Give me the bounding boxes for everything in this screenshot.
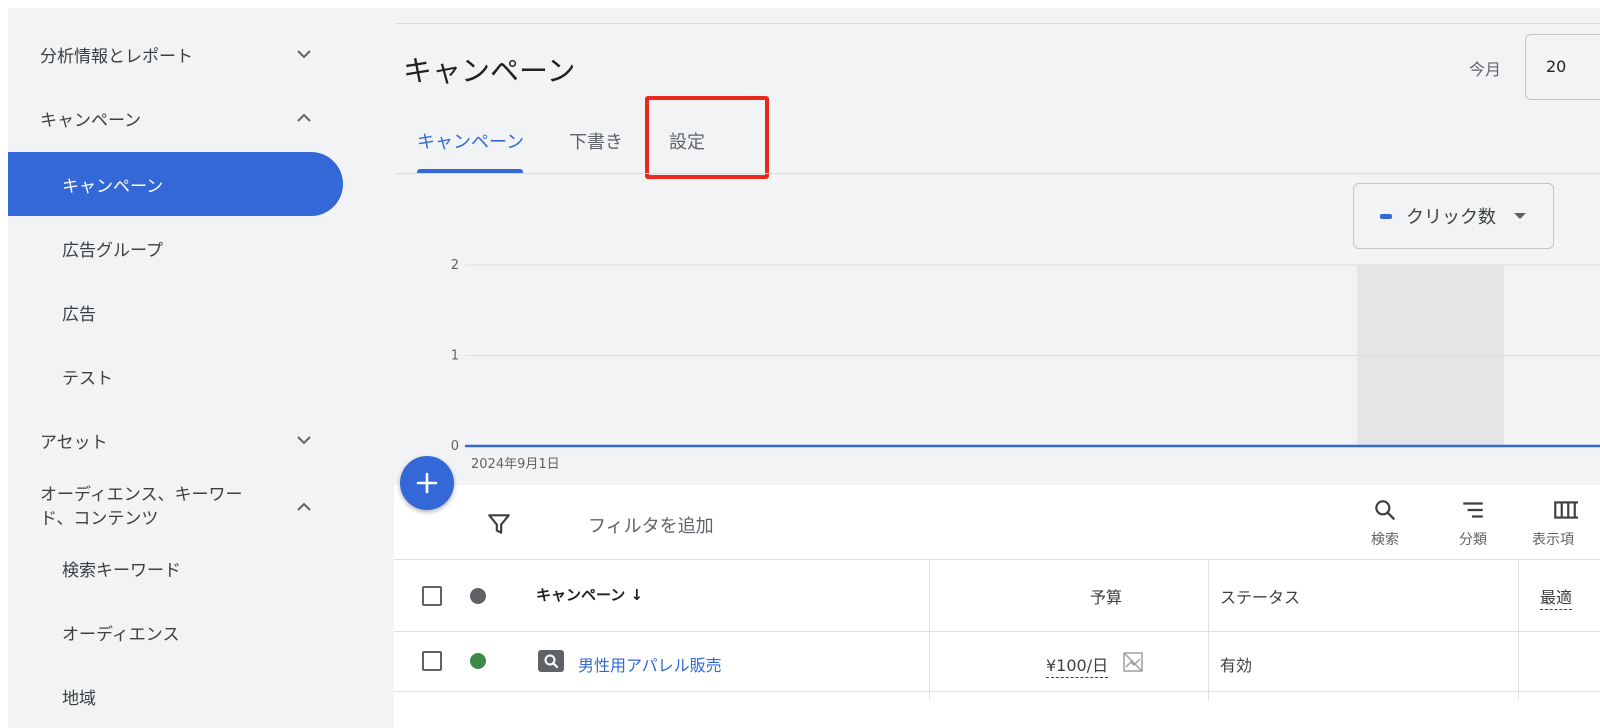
column-header-budget-label: 予算 (1090, 588, 1123, 607)
sidebar-item-label-line2: ド、コンテンツ (40, 509, 159, 529)
sidebar-group-audiences-keywords-content[interactable]: オーディエンス、キーワー ド、コンテンツ (8, 474, 343, 540)
x-tick-label: 2024年9月1日 (471, 457, 560, 472)
campaign-name-link[interactable]: 男性用アパレル販売 (578, 652, 722, 676)
columns-button-label: 表示項 (1532, 532, 1574, 548)
sidebar-item-label: アセット (40, 432, 108, 453)
sidebar-item-label: オーディエンス (62, 624, 180, 645)
sidebar-item-label: 地域 (62, 688, 96, 709)
sidebar-item-label: 広告 (62, 304, 96, 325)
tab-label: 下書き (569, 132, 623, 153)
segment-button-label: 分類 (1459, 532, 1487, 548)
column-header-campaign[interactable]: キャンペーン ↓ (536, 584, 643, 605)
date-range-picker[interactable]: 20 (1525, 34, 1600, 100)
column-header-optimization-label: 最適 (1540, 588, 1573, 607)
chevron-up-icon (297, 113, 311, 122)
table-row: 男性用アパレル販売 ¥100/日 有効 (394, 632, 1600, 692)
metric-selector-label: クリック数 (1406, 207, 1496, 228)
chevron-down-icon (297, 436, 311, 445)
y-tick-label: 0 (451, 439, 459, 454)
segment-button[interactable]: 分類 (1459, 497, 1487, 549)
sidebar-item-label: テスト (62, 368, 113, 389)
search-icon (1375, 500, 1395, 520)
sidebar-item-label: キャンペーン (62, 176, 164, 197)
plus-icon (416, 472, 438, 494)
sidebar-item-campaigns[interactable]: キャンペーン (8, 152, 343, 216)
table-header-row: キャンペーン ↓ 予算 ステータス 最適 (394, 560, 1600, 632)
sidebar-item-label: 分析情報とレポート (40, 46, 193, 67)
performance-chart: 0 1 2 2024年9月1日 (451, 258, 1600, 472)
table-toolbar: フィルタを追加 検索 分類 表示項 (394, 485, 1600, 560)
y-tick-label: 1 (451, 349, 459, 364)
row-checkbox[interactable] (422, 651, 442, 671)
sidebar-group-campaigns[interactable]: キャンペーン (8, 86, 343, 150)
status-header-icon (470, 588, 486, 604)
column-header-campaign-label: キャンペーン ↓ (536, 586, 644, 604)
budget-value[interactable]: ¥100/日 (1046, 652, 1109, 678)
sidebar-item-locations[interactable]: 地域 (8, 664, 343, 728)
filter-icon[interactable] (486, 511, 512, 537)
app-window: 分析情報とレポート キャンペーン キャンペーン 広告グループ 広告 テスト アセ… (8, 8, 1600, 728)
date-range-label: 今月 (1469, 60, 1502, 79)
search-button[interactable]: 検索 (1371, 497, 1399, 549)
sidebar-item-ads[interactable]: 広告 (8, 280, 343, 344)
sidebar: 分析情報とレポート キャンペーン キャンペーン 広告グループ 広告 テスト アセ… (8, 8, 348, 728)
divider (395, 23, 1600, 24)
sidebar-item-label-line1: オーディエンス、キーワー (40, 485, 243, 505)
columns-button[interactable]: 表示項 (1532, 497, 1578, 549)
sidebar-group-assets[interactable]: アセット (8, 408, 343, 472)
chevron-up-icon (297, 502, 311, 511)
sidebar-item-label: 検索キーワード (62, 560, 181, 581)
chevron-down-icon (297, 50, 311, 59)
sidebar-item-experiments[interactable]: テスト (8, 344, 343, 408)
column-divider (1208, 560, 1209, 700)
sidebar-item-label: 広告グループ (62, 240, 163, 261)
column-divider (1518, 560, 1519, 700)
series-color-swatch (1380, 213, 1392, 219)
dropdown-caret-icon (1514, 213, 1526, 219)
status-value: 有効 (1220, 656, 1253, 675)
sidebar-group-insights[interactable]: 分析情報とレポート (8, 22, 343, 86)
sidebar-item-label: オーディエンス、キーワー ド、コンテンツ (40, 483, 280, 531)
sidebar-item-search-keywords[interactable]: 検索キーワード (8, 536, 343, 600)
column-header-status[interactable]: ステータス (1220, 584, 1300, 608)
main-content: キャンペーン 今月 20 キャンペーン 下書き 設定 クリック数 0 1 2 2024… (394, 8, 1600, 728)
column-header-budget[interactable]: 予算 (1090, 584, 1122, 608)
tab-label: キャンペーン (417, 132, 525, 153)
column-header-optimization[interactable]: 最適 (1540, 584, 1573, 610)
search-campaign-type-icon (538, 650, 564, 672)
select-all-checkbox[interactable] (422, 586, 442, 606)
campaign-table-panel: フィルタを追加 検索 分類 表示項 キャンペーン ↓ 予算 ステータス 最適 男… (394, 485, 1600, 728)
y-tick-label: 2 (451, 258, 459, 273)
tab-campaigns[interactable]: キャンペーン (417, 128, 524, 154)
search-button-label: 検索 (1371, 532, 1399, 548)
column-divider (929, 560, 930, 700)
sidebar-item-audiences[interactable]: オーディエンス (8, 600, 343, 664)
columns-icon (1554, 501, 1578, 519)
tab-drafts[interactable]: 下書き (569, 128, 623, 154)
sidebar-item-ad-groups[interactable]: 広告グループ (8, 216, 343, 280)
divider (395, 173, 1600, 174)
add-filter-input[interactable]: フィルタを追加 (588, 512, 714, 538)
budget-chart-off-icon[interactable] (1121, 650, 1145, 674)
segment-icon (1463, 502, 1483, 518)
add-campaign-button[interactable] (400, 456, 454, 510)
page-title: キャンペーン (403, 54, 576, 88)
column-header-status-label: ステータス (1220, 588, 1301, 607)
date-range-value: 20 (1546, 57, 1567, 76)
highlight-annotation (645, 96, 769, 179)
sidebar-item-label: キャンペーン (40, 110, 142, 131)
status-dot-enabled[interactable] (470, 653, 486, 669)
